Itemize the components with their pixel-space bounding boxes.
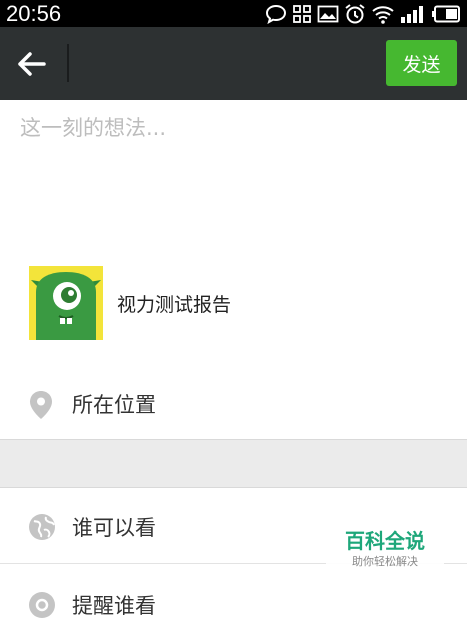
visibility-label: 谁可以看 <box>72 516 156 540</box>
image-icon <box>317 5 339 23</box>
apps-grid-icon <box>292 4 312 24</box>
status-bar: 20:56 <box>0 0 467 27</box>
wifi-icon <box>371 4 395 24</box>
toolbar-divider <box>67 44 69 82</box>
location-row[interactable]: 所在位置 <box>0 367 467 437</box>
shared-link-card[interactable]: 视力测试报告 <box>29 266 449 340</box>
shared-item-thumbnail <box>29 266 103 340</box>
watermark-subtitle: 助你轻松解决 <box>352 555 418 568</box>
remind-row[interactable]: 提醒谁看 <box>0 568 467 638</box>
at-icon <box>28 591 55 619</box>
send-button[interactable]: 发送 <box>386 40 457 86</box>
thought-input[interactable]: 这一刻的想法... <box>20 112 450 142</box>
top-toolbar: 发送 <box>0 27 467 100</box>
remind-label: 提醒谁看 <box>72 594 156 618</box>
battery-icon <box>431 5 461 23</box>
status-time: 20:56 <box>6 1 62 26</box>
section-separator <box>0 439 467 488</box>
status-icons <box>265 0 461 27</box>
back-button[interactable] <box>14 49 48 79</box>
location-pin-icon <box>28 390 54 419</box>
arrow-left-icon <box>18 52 46 76</box>
signal-icon <box>400 4 426 24</box>
watermark-title: 百科全说 <box>345 529 425 553</box>
location-label: 所在位置 <box>72 393 156 417</box>
watermark-logo: 百科全说 助你轻松解决 <box>326 519 444 575</box>
alarm-icon <box>344 3 366 25</box>
globe-icon <box>28 513 55 541</box>
shared-item-title: 视力测试报告 <box>117 294 232 316</box>
chat-bubble-icon <box>265 4 287 24</box>
